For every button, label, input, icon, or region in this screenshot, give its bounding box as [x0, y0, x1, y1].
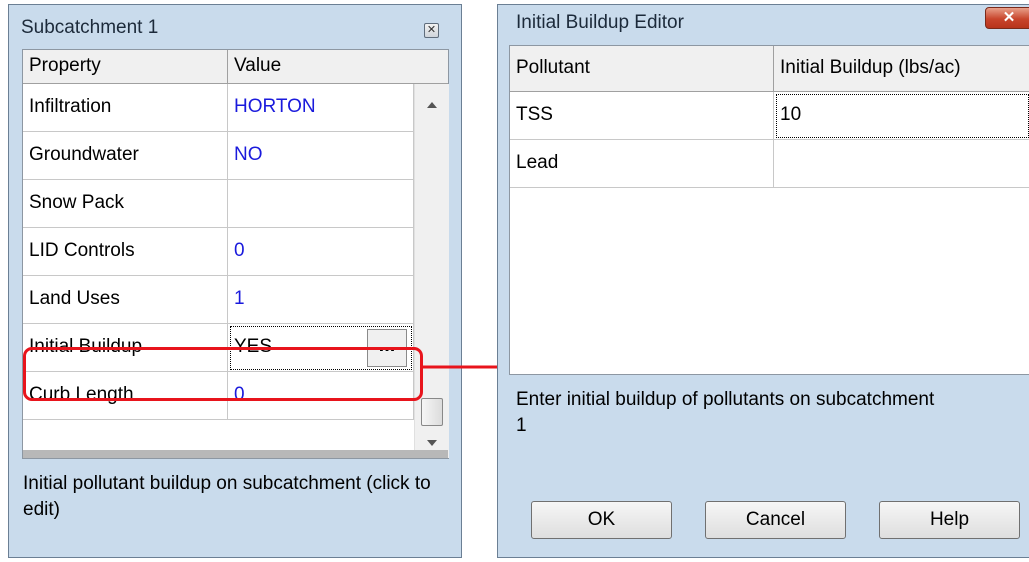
editor-titlebar[interactable]: Initial Buildup Editor ✕: [498, 5, 1029, 45]
editor-title: Initial Buildup Editor: [516, 12, 684, 33]
initial-buildup-column-header[interactable]: Initial Buildup (lbs/ac): [774, 46, 1029, 92]
help-button[interactable]: Help: [879, 501, 1020, 539]
editor-description: Enter initial buildup of pollutants on s…: [516, 389, 935, 436]
pollutant-name-tss[interactable]: TSS: [510, 92, 774, 140]
buildup-input-tss[interactable]: 10: [774, 92, 1029, 140]
close-icon[interactable]: ✕: [985, 7, 1029, 29]
pollutant-grid: Pollutant Initial Buildup (lbs/ac) TSS 1…: [509, 45, 1029, 375]
pollutant-name-lead[interactable]: Lead: [510, 140, 774, 188]
cancel-button[interactable]: Cancel: [705, 501, 846, 539]
buildup-input-lead[interactable]: [774, 140, 1029, 188]
initial-buildup-editor-window: Initial Buildup Editor ✕ Pollutant Initi…: [497, 4, 1029, 558]
ok-button[interactable]: OK: [531, 501, 672, 539]
pollutant-column-header[interactable]: Pollutant: [510, 46, 774, 92]
